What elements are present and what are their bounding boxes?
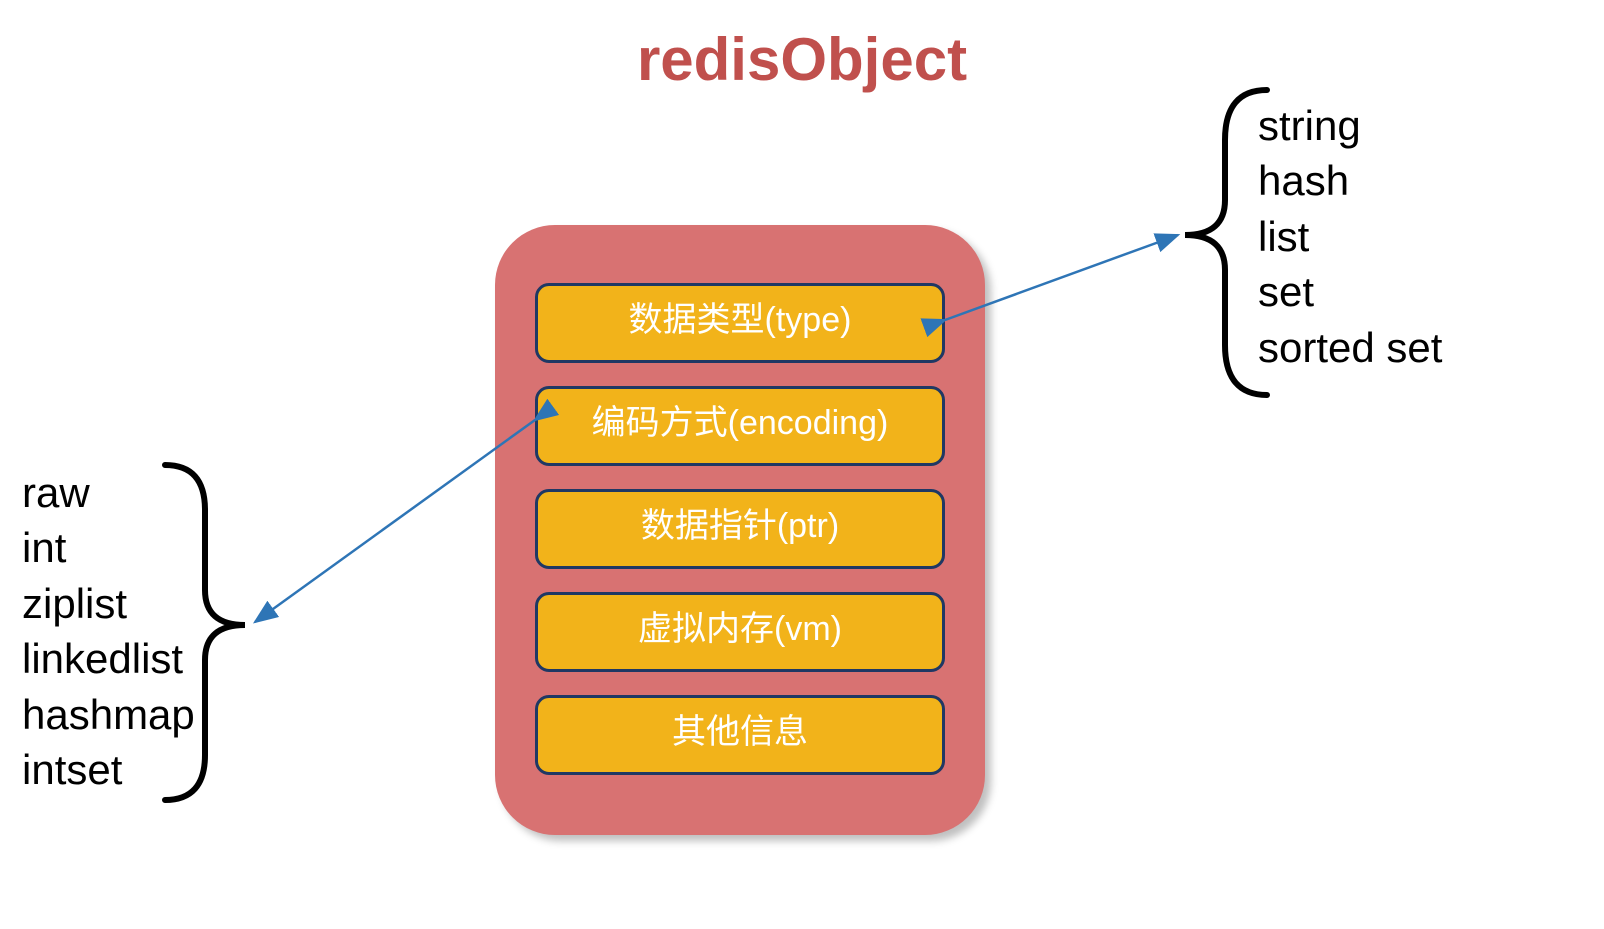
type-list: string hash list set sorted set [1258,98,1442,375]
encoding-list-item: intset [22,742,195,797]
encoding-list: raw int ziplist linkedlist hashmap intse… [22,465,195,798]
field-type: 数据类型(type) [535,283,945,363]
diagram-title: redisObject [0,25,1604,94]
field-other: 其他信息 [535,695,945,775]
type-list-item: set [1258,264,1442,319]
type-list-item: list [1258,209,1442,264]
type-list-item: hash [1258,153,1442,208]
redis-object-panel: 数据类型(type) 编码方式(encoding) 数据指针(ptr) 虚拟内存… [495,225,985,835]
encoding-list-item: ziplist [22,576,195,631]
arrow-encoding-icon [255,420,535,622]
type-list-item: sorted set [1258,320,1442,375]
right-brace-icon [1185,90,1267,395]
encoding-list-item: linkedlist [22,631,195,686]
field-ptr: 数据指针(ptr) [535,489,945,569]
encoding-list-item: hashmap [22,687,195,742]
field-encoding: 编码方式(encoding) [535,386,945,466]
type-list-item: string [1258,98,1442,153]
field-vm: 虚拟内存(vm) [535,592,945,672]
encoding-list-item: raw [22,465,195,520]
encoding-list-item: int [22,520,195,575]
